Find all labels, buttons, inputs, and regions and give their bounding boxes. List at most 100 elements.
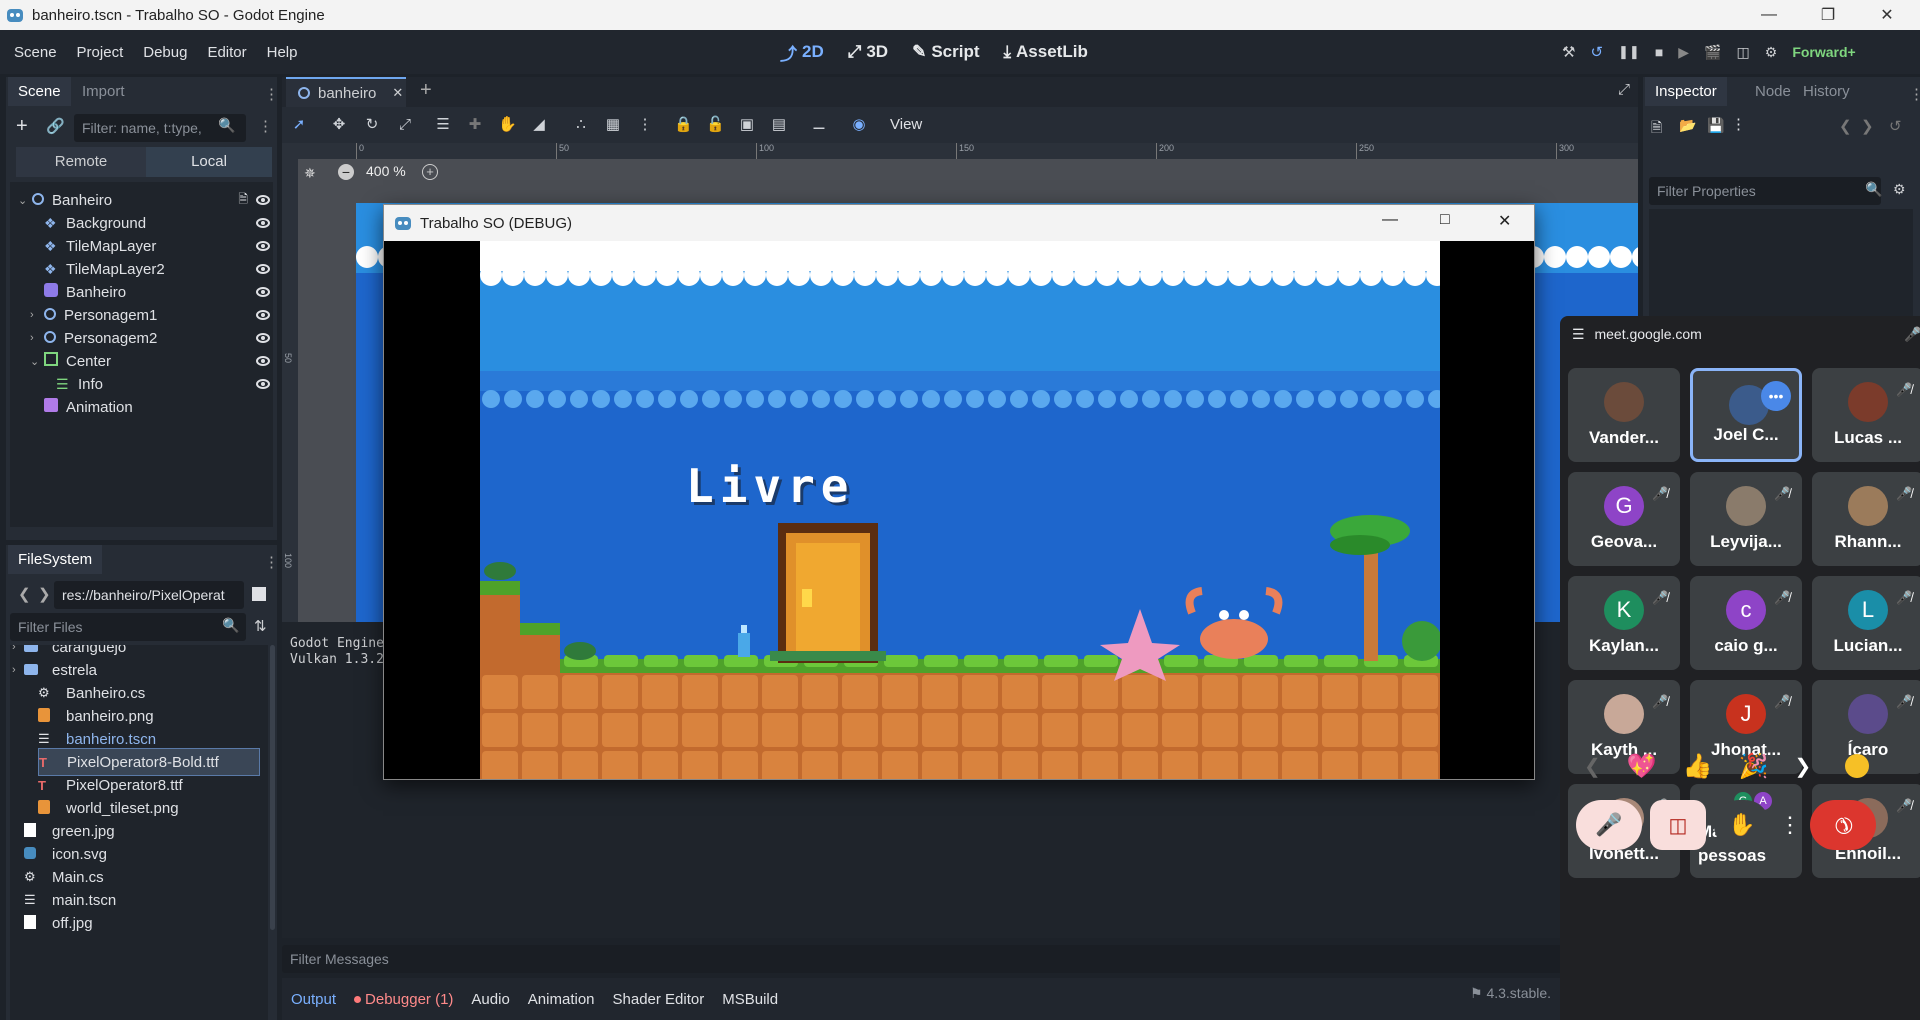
- menu-scene[interactable]: Scene: [4, 44, 67, 61]
- game-minimize-button[interactable]: —: [1382, 211, 1398, 229]
- expander-icon[interactable]: ⌄: [18, 194, 32, 207]
- split-view-icon[interactable]: [252, 587, 266, 601]
- participant-tile[interactable]: G 🎤̸ Geova...: [1568, 472, 1680, 566]
- minimize-button[interactable]: —: [1742, 0, 1796, 30]
- main-tab-3d[interactable]: ⤢ 3D: [836, 42, 900, 62]
- visibility-eye-icon[interactable]: [256, 379, 270, 389]
- tab-scene[interactable]: Scene: [8, 77, 71, 106]
- close-button[interactable]: ✕: [1860, 0, 1914, 30]
- open-resource-icon[interactable]: 📂: [1679, 117, 1696, 134]
- inspector-menu-icon[interactable]: ⋮: [1909, 85, 1920, 103]
- tab-import[interactable]: Import: [72, 77, 135, 106]
- local-tab[interactable]: Local: [146, 147, 272, 177]
- link-icon[interactable]: 🔗: [46, 117, 65, 135]
- menu-help[interactable]: Help: [257, 44, 308, 61]
- tab-history[interactable]: History: [1793, 77, 1860, 106]
- distraction-free-icon[interactable]: ⤢: [1618, 81, 1630, 98]
- rotate-tool-icon[interactable]: ↻: [363, 116, 381, 134]
- bottom-tab-msbuild[interactable]: MSBuild: [713, 991, 787, 1008]
- participant-tile[interactable]: K 🎤̸ Kaylan...: [1568, 576, 1680, 670]
- bottom-tab-shader-editor[interactable]: Shader Editor: [604, 991, 714, 1008]
- reactions-prev-icon[interactable]: ❮: [1584, 754, 1601, 779]
- ruler-tool-icon[interactable]: ◢: [530, 116, 548, 134]
- pan-tool-icon[interactable]: ✋: [498, 116, 517, 134]
- fs-filter-input[interactable]: Filter Files: [10, 613, 246, 641]
- filter-properties-input[interactable]: Filter Properties: [1649, 177, 1881, 205]
- participant-tile[interactable]: c 🎤̸ caio g...: [1690, 576, 1802, 670]
- menu-editor[interactable]: Editor: [197, 44, 256, 61]
- filter-messages-input[interactable]: Filter Messages: [282, 945, 1638, 973]
- scene-node-animation[interactable]: Animation: [30, 393, 288, 421]
- leave-call-button[interactable]: ✆: [1810, 800, 1876, 850]
- object-history-icon[interactable]: ↺: [1889, 117, 1902, 135]
- forward-icon[interactable]: ❯: [38, 585, 51, 603]
- play-scene-icon[interactable]: ▶: [1678, 44, 1689, 61]
- inspector-settings-icon[interactable]: ⚙: [1893, 181, 1906, 198]
- bone-icon[interactable]: ⚊: [810, 116, 828, 134]
- game-maximize-button[interactable]: □: [1440, 211, 1450, 229]
- add-scene-tab-icon[interactable]: +: [420, 79, 432, 102]
- tab-filesystem[interactable]: FileSystem: [8, 545, 103, 574]
- back-icon[interactable]: ❮: [18, 585, 31, 603]
- stop-button[interactable]: ■: [1655, 44, 1663, 60]
- pivot-tool-icon[interactable]: ✚: [466, 116, 484, 134]
- participant-tile[interactable]: Vander...: [1568, 368, 1680, 462]
- unlock-icon[interactable]: 🔓: [706, 116, 725, 134]
- remote-debug-icon[interactable]: ↺: [1590, 43, 1603, 61]
- remote-tab[interactable]: Remote: [16, 147, 146, 177]
- visibility-eye-icon[interactable]: [256, 287, 270, 297]
- scene-menu-icon[interactable]: ⋮: [258, 117, 273, 135]
- fs-path-input[interactable]: res://banheiro/PixelOperat: [54, 581, 244, 609]
- bottom-tab-animation[interactable]: Animation: [519, 991, 604, 1008]
- menu-debug[interactable]: Debug: [133, 44, 197, 61]
- visibility-eye-icon[interactable]: [256, 195, 270, 205]
- bottom-tab-output[interactable]: Output: [282, 991, 345, 1008]
- zoom-out-button[interactable]: −: [338, 164, 354, 180]
- restore-button[interactable]: ❐: [1801, 0, 1855, 30]
- save-resource-icon[interactable]: 💾: [1707, 117, 1724, 134]
- expander-icon[interactable]: ⌄: [30, 355, 44, 368]
- script-icon[interactable]: 🗎: [238, 190, 248, 211]
- visibility-eye-icon[interactable]: [256, 310, 270, 320]
- pause-button[interactable]: ❚❚: [1618, 44, 1640, 60]
- reaction-party[interactable]: 🎉: [1739, 752, 1769, 781]
- more-options-button[interactable]: ⋮: [1776, 800, 1804, 850]
- ungroup-icon[interactable]: ▤: [770, 116, 788, 134]
- visibility-eye-icon[interactable]: [256, 218, 270, 228]
- expander-icon[interactable]: ›: [12, 664, 16, 676]
- mic-toggle-button[interactable]: 🎤: [1576, 800, 1642, 850]
- view-menu[interactable]: View: [890, 116, 922, 133]
- game-viewport[interactable]: Livre: [480, 241, 1440, 779]
- bottom-tab-debugger-1-[interactable]: Debugger (1): [345, 991, 462, 1008]
- main-tab-2d[interactable]: ⤴ 2D: [768, 40, 836, 65]
- movie-icon[interactable]: 🎬: [1704, 44, 1721, 61]
- group-icon[interactable]: ▣: [738, 116, 756, 134]
- sort-icon[interactable]: ⇅: [254, 617, 267, 635]
- file-item[interactable]: off.jpg: [24, 909, 260, 937]
- participant-tile[interactable]: 🎤̸ Rhann...: [1812, 472, 1920, 566]
- participant-tile[interactable]: L 🎤̸ Lucian...: [1812, 576, 1920, 670]
- grid-snap-icon[interactable]: ▦: [604, 116, 622, 134]
- hammer-icon[interactable]: ⚒: [1562, 43, 1575, 61]
- expander-icon[interactable]: ›: [12, 645, 16, 653]
- dock-menu-icon[interactable]: ⋮: [264, 85, 279, 103]
- zoom-level[interactable]: 400 %: [366, 163, 406, 179]
- reaction-thumbs-up[interactable]: 👍: [1683, 752, 1713, 781]
- list-select-icon[interactable]: ☰: [434, 116, 452, 134]
- main-tab-assetlib[interactable]: ⤓ AssetLib: [992, 42, 1100, 62]
- visibility-eye-icon[interactable]: [256, 241, 270, 251]
- fs-menu-icon[interactable]: ⋮: [264, 553, 279, 571]
- visibility-eye-icon[interactable]: [256, 264, 270, 274]
- lock-icon[interactable]: 🔒: [674, 116, 693, 134]
- visibility-eye-icon[interactable]: [256, 356, 270, 366]
- emoji-picker-icon[interactable]: [1845, 754, 1870, 778]
- expander-icon[interactable]: ›: [30, 309, 44, 321]
- participant-options-icon[interactable]: •••: [1761, 381, 1791, 411]
- camera-toggle-button[interactable]: ◫: [1650, 800, 1706, 850]
- participant-tile[interactable]: ••• Joel C...: [1690, 368, 1802, 462]
- history-forward-icon[interactable]: ❯: [1861, 117, 1874, 135]
- zoom-in-button[interactable]: +: [422, 164, 438, 180]
- reaction-heart[interactable]: 💖: [1627, 752, 1657, 781]
- bottom-tab-audio[interactable]: Audio: [462, 991, 518, 1008]
- resource-menu-icon[interactable]: ⋮: [1731, 115, 1746, 133]
